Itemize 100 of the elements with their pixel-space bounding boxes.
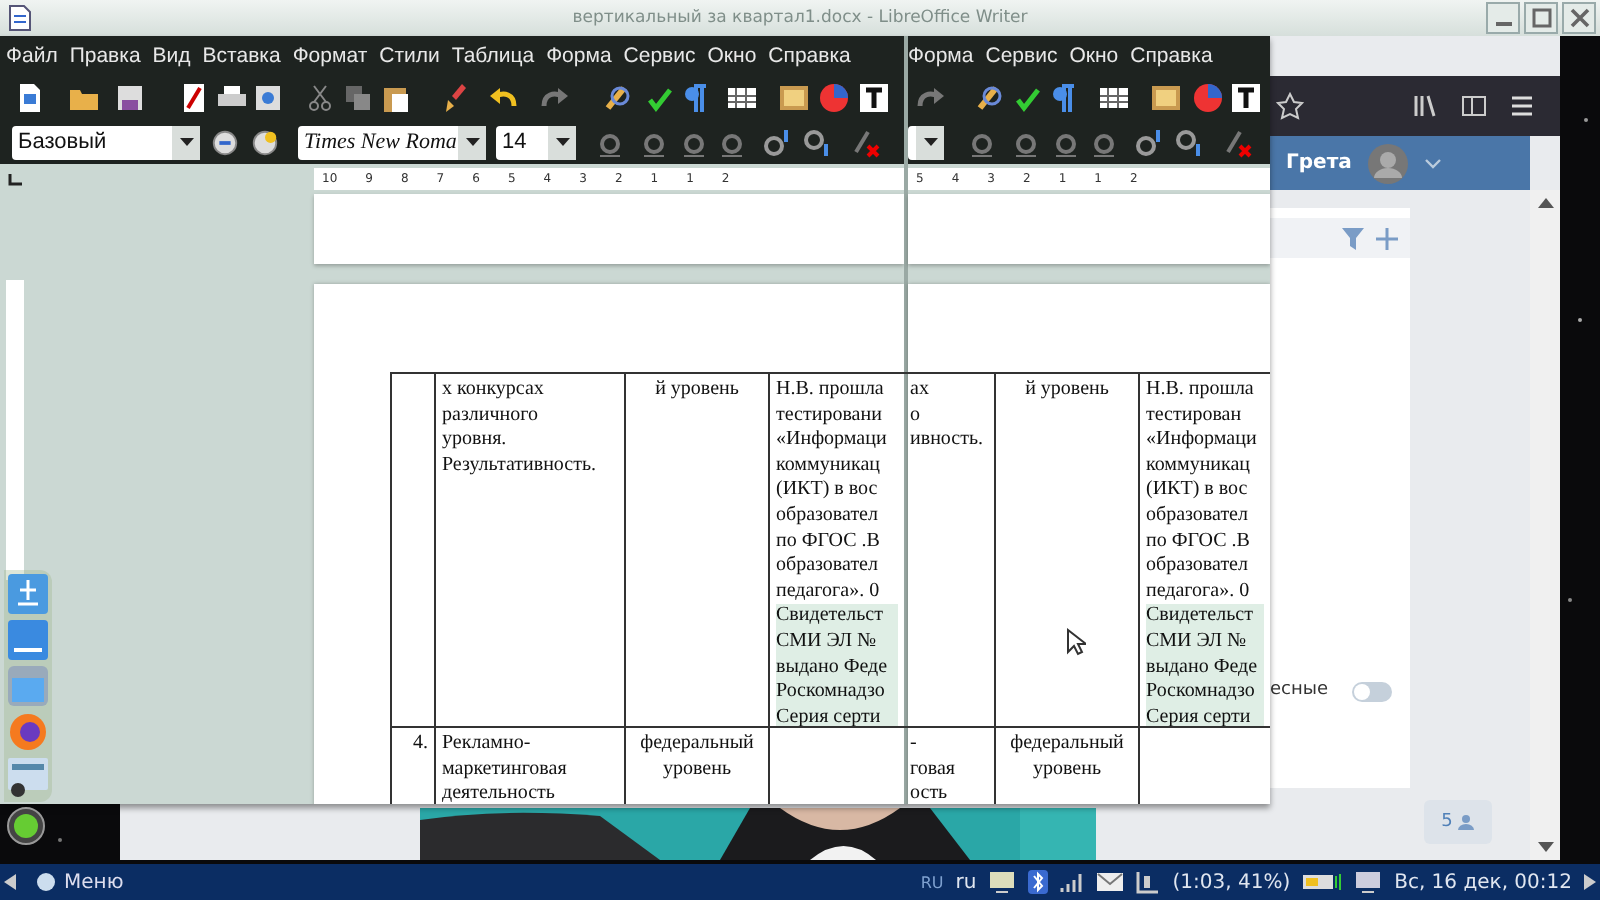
- window-app-icon[interactable]: [8, 620, 48, 660]
- save-icon[interactable]: [114, 82, 146, 114]
- battery-status[interactable]: (1:03, 41%): [1172, 871, 1291, 893]
- table-cell-line: тестировани: [776, 403, 884, 429]
- table-cell-line: коммуникац: [776, 453, 883, 479]
- clipboard-icon[interactable]: [380, 82, 412, 114]
- menu-item[interactable]: Форма: [908, 44, 974, 68]
- menu-item[interactable]: Таблица: [451, 44, 535, 68]
- scroll-right-icon[interactable]: [1584, 874, 1596, 890]
- paragraph-style-field[interactable]: Базовый: [12, 125, 200, 159]
- table-cell-line: (ИКТ) в вос: [776, 478, 880, 504]
- table-cell-line: «Информаци: [776, 428, 889, 454]
- spellcheck-icon[interactable]: [602, 82, 634, 114]
- subscript-icon[interactable]: [1174, 126, 1206, 158]
- menu-item[interactable]: Сервис: [623, 44, 696, 68]
- subscript-icon[interactable]: [802, 126, 834, 158]
- pie-chart-icon[interactable]: [818, 82, 850, 114]
- pilcrow-icon[interactable]: [680, 82, 712, 114]
- table-icon[interactable]: [1098, 82, 1130, 114]
- scroll-up-icon[interactable]: [1537, 196, 1553, 208]
- new-document-icon[interactable]: [14, 82, 46, 114]
- style-update-icon[interactable]: [210, 127, 240, 157]
- text-box-icon[interactable]: [858, 82, 890, 114]
- menu-item[interactable]: Справка: [1130, 44, 1213, 68]
- bluetooth-icon[interactable]: [1028, 870, 1049, 894]
- menu-item[interactable]: Правка: [69, 44, 141, 68]
- scroll-left-icon[interactable]: [4, 874, 16, 890]
- table-cell-line: говая: [910, 757, 957, 783]
- sidebar-icon[interactable]: [1460, 92, 1488, 120]
- network-icon[interactable]: [1354, 870, 1383, 894]
- table-cell-line: уровень: [660, 757, 733, 783]
- table-cell-line: различного: [442, 403, 540, 429]
- star-icon[interactable]: [1276, 92, 1304, 120]
- menu-item[interactable]: Формат: [292, 44, 368, 68]
- table-cell-line: Н.В. прошла: [776, 378, 886, 404]
- mail-icon[interactable]: [1096, 872, 1125, 892]
- table-cell-line: ивность.: [910, 428, 986, 454]
- row-number: 4.: [411, 732, 428, 758]
- maximize-button[interactable]: [1524, 2, 1558, 34]
- tab-stop-icon[interactable]: [8, 174, 22, 186]
- text-box-icon[interactable]: [1230, 82, 1262, 114]
- table-cell-line: о: [910, 403, 922, 429]
- language-indicator[interactable]: ru: [955, 871, 977, 893]
- firefox-icon[interactable]: [8, 712, 48, 752]
- signal-icon[interactable]: [1060, 872, 1085, 892]
- battery-icon[interactable]: [1302, 872, 1343, 892]
- pilcrow-icon[interactable]: [1048, 82, 1080, 114]
- menu-item[interactable]: Сервис: [985, 44, 1058, 68]
- screenshot-app-icon[interactable]: [8, 758, 48, 798]
- menu-item[interactable]: Вид: [152, 44, 191, 68]
- table-cell-line: -: [910, 732, 919, 758]
- new-style-icon[interactable]: [250, 127, 280, 157]
- table-cell-line: й уровень: [1023, 378, 1111, 404]
- menu-item[interactable]: Окно: [707, 44, 757, 68]
- table-cell-line: тестирован: [1146, 403, 1244, 429]
- scissors-icon[interactable]: [304, 82, 336, 114]
- copy-icon[interactable]: [342, 82, 374, 114]
- menu-item[interactable]: Окно: [1069, 44, 1119, 68]
- table-cell-line: деятельность: [442, 782, 557, 804]
- superscript-icon[interactable]: [762, 126, 794, 158]
- user-name[interactable]: Грета: [1286, 152, 1352, 174]
- superscript-icon[interactable]: [1134, 126, 1166, 158]
- table-cell-line: ость: [910, 782, 950, 804]
- toggle-switch[interactable]: [1352, 682, 1392, 702]
- menu-item[interactable]: Файл: [6, 44, 58, 68]
- pdf-icon[interactable]: [178, 82, 210, 114]
- table-icon[interactable]: [726, 82, 758, 114]
- menu-item[interactable]: Стили: [379, 44, 440, 68]
- toggle-label: есные: [1270, 680, 1329, 700]
- font-size-field[interactable]: [908, 125, 944, 159]
- table-cell-line: педагога». 0: [1146, 579, 1252, 605]
- clock[interactable]: Вс, 16 дек, 00:12: [1394, 871, 1572, 893]
- chevron-down-icon[interactable]: [1423, 157, 1442, 169]
- preview-icon[interactable]: [252, 82, 284, 114]
- scrollbar[interactable]: [1530, 190, 1560, 860]
- font-size-field[interactable]: 14: [496, 125, 576, 159]
- library-icon[interactable]: [1412, 92, 1440, 120]
- scroll-down-icon[interactable]: [1537, 842, 1553, 854]
- spellcheck-icon[interactable]: [974, 82, 1006, 114]
- image-icon[interactable]: [778, 82, 810, 114]
- table-cell-line: уровня.: [442, 428, 509, 454]
- keyboard-indicator[interactable]: RU: [920, 873, 944, 891]
- table-cell-line: коммуникац: [1146, 453, 1253, 479]
- menu-item[interactable]: Справка: [768, 44, 851, 68]
- image-icon[interactable]: [1150, 82, 1182, 114]
- start-menu-button[interactable]: Меню: [28, 871, 132, 893]
- menu-item[interactable]: Вставка: [202, 44, 281, 68]
- menu-icon[interactable]: [1508, 92, 1536, 120]
- table-cell-line: (ИКТ) в вос: [1146, 478, 1250, 504]
- font-name-field[interactable]: Times New Roma: [298, 125, 486, 159]
- monitor-icon[interactable]: [988, 870, 1017, 894]
- minimize-button[interactable]: [1486, 2, 1520, 34]
- menu-item[interactable]: Форма: [546, 44, 612, 68]
- table-cell-line: й уровень: [653, 378, 741, 404]
- close-button[interactable]: [1562, 2, 1596, 34]
- app-launcher-icon[interactable]: [6, 806, 46, 846]
- table-cell-line: по ФГОС .В: [776, 529, 882, 555]
- table-cell-line: образовател: [1146, 554, 1250, 580]
- table-cell-line: педагога». 0: [776, 579, 882, 605]
- pie-chart-icon[interactable]: [1192, 82, 1224, 114]
